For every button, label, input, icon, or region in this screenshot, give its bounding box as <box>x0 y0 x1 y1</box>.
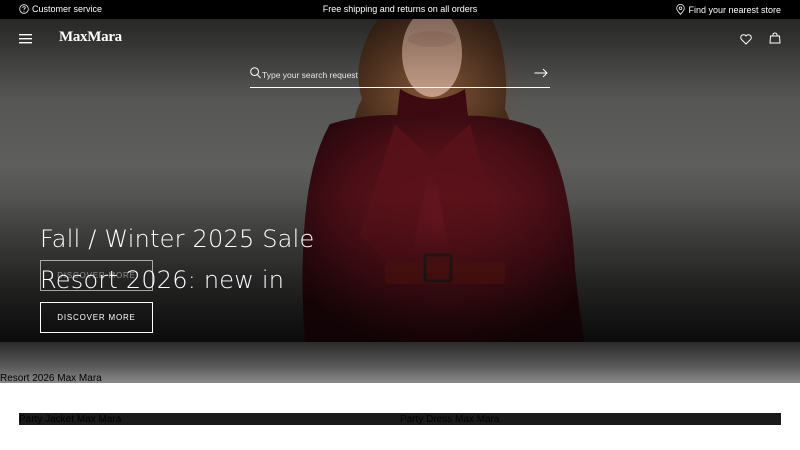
section-gradient-band <box>0 342 800 383</box>
search-bar[interactable] <box>250 64 550 88</box>
arrow-right-icon[interactable] <box>534 68 548 78</box>
store-locator-link[interactable]: Find your nearest store <box>676 4 781 15</box>
hero-headline-resort: Resort 2026: new in <box>40 266 285 294</box>
tile-label-party-jacket[interactable]: Party Jacket Max Mara <box>19 414 121 425</box>
discover-more-button-resort[interactable]: DISCOVER MORE <box>40 302 153 333</box>
utility-bar: Customer service Free shipping and retur… <box>0 0 800 19</box>
resort-section-label[interactable]: Resort 2026 Max Mara <box>0 373 102 384</box>
wishlist-button[interactable] <box>740 32 752 50</box>
menu-icon <box>19 34 32 44</box>
brand-logo[interactable]: MaxMara <box>59 29 122 46</box>
bag-icon <box>769 32 781 44</box>
shopping-bag-button[interactable] <box>769 31 781 49</box>
page: Customer service Free shipping and retur… <box>0 0 800 450</box>
site-header: MaxMara <box>0 19 800 59</box>
search-input[interactable] <box>262 66 532 84</box>
tile-label-party-dress[interactable]: Party Dress Max Mara <box>400 414 499 425</box>
store-locator-label: Find your nearest store <box>688 4 781 15</box>
hero-headline-sale: Fall / Winter 2025 Sale <box>40 225 315 253</box>
location-pin-icon <box>676 4 686 15</box>
search-icon <box>250 67 261 79</box>
menu-button[interactable] <box>19 32 33 50</box>
heart-icon <box>740 34 752 45</box>
